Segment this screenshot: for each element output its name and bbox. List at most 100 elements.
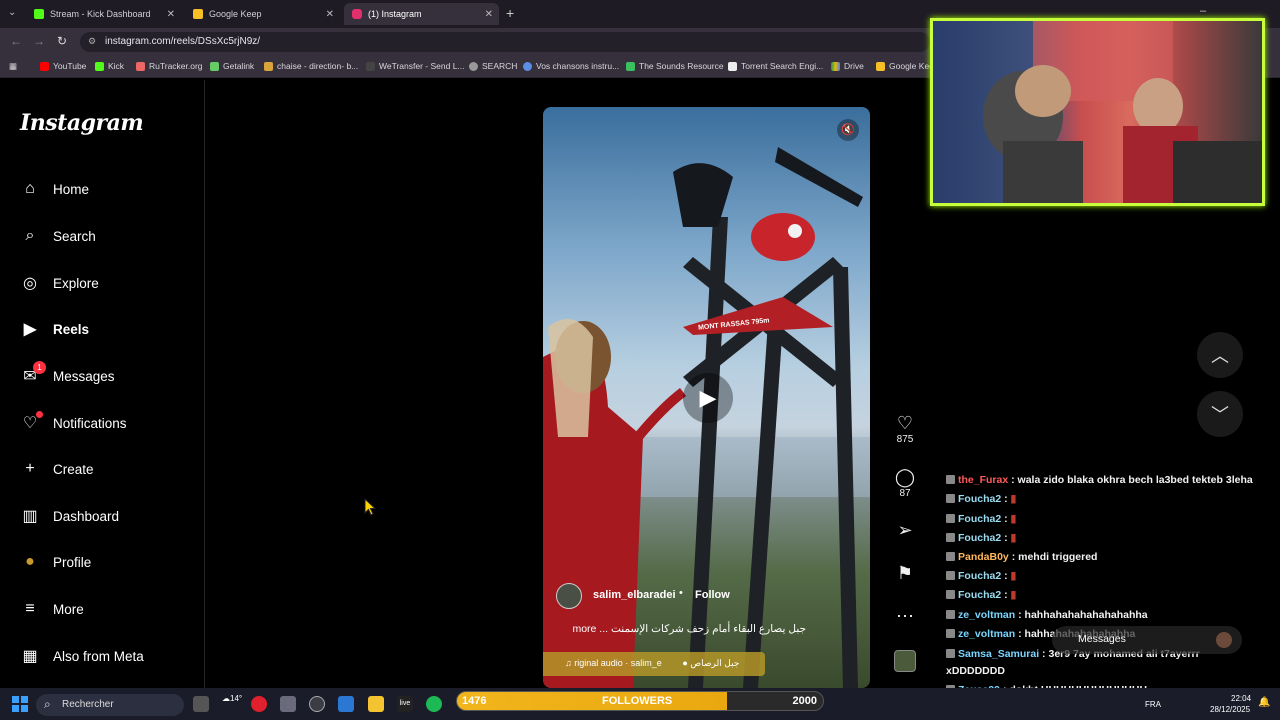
reel-audio-pill[interactable]: ♫ riginal audio · salim_e ● جبل الرصاص — [543, 652, 765, 676]
sidebar-item-explore[interactable]: ◎ Explore — [20, 268, 99, 298]
bookmark-label: Vos chansons instru... — [536, 61, 620, 71]
task-view-icon[interactable] — [193, 696, 209, 712]
obs-icon[interactable] — [309, 696, 325, 712]
weather-icon[interactable]: ☁14° — [222, 694, 242, 703]
chat-text: mehdi triggered — [1018, 551, 1098, 563]
bookmark-kick[interactable]: Kick — [95, 61, 124, 71]
chat-username[interactable]: Foucha2 — [958, 589, 1001, 601]
sidebar-item-dashboard[interactable]: ▥ Dashboard — [20, 501, 119, 531]
bookmark-drive[interactable]: Drive — [831, 61, 864, 71]
chat-username[interactable]: Foucha2 — [958, 570, 1001, 582]
url-input[interactable]: ⚙ instagram.com/reels/DSsXc5rjN9z/ — [80, 32, 930, 52]
audio-thumbnail[interactable] — [894, 650, 916, 672]
sidebar-item-notifications[interactable]: ♡ Notifications — [20, 408, 127, 438]
opera-icon[interactable] — [251, 696, 267, 712]
chat-text: ▮ — [1010, 532, 1017, 544]
site-info-icon[interactable]: ⚙ — [88, 36, 96, 47]
sidebar-item-messages[interactable]: ✉ 1 Messages — [20, 361, 115, 391]
more-dots-icon: ⋯ — [896, 606, 914, 626]
mail-icon[interactable] — [338, 696, 354, 712]
reel-video[interactable]: 🔇 ▶ MONT RASSAS 795m salim_elbaradei • F… — [543, 107, 870, 688]
spotify-icon[interactable] — [426, 696, 442, 712]
sidebar-item-reels[interactable]: ▶ Reels — [20, 314, 89, 344]
sidebar-item-also-from-meta[interactable]: ▦ Also from Meta — [20, 641, 143, 671]
chat-username[interactable]: Foucha2 — [958, 493, 1001, 505]
bookmark-chaise[interactable]: chaise - direction- b... — [264, 61, 358, 71]
share-button[interactable]: ➢ — [893, 520, 917, 541]
chat-message: ze_voltman : hahhahahahahahahahha — [946, 609, 1148, 621]
clock-date[interactable]: 28/12/2025 — [1210, 705, 1250, 714]
instagram-logo[interactable]: Instagram — [20, 110, 144, 136]
tab-google-keep[interactable]: Google Keep ✕ — [185, 3, 340, 25]
keep-icon — [876, 61, 885, 71]
comment-button[interactable]: ◯ 87 — [893, 467, 917, 499]
minimize-icon[interactable]: – — [1200, 5, 1206, 17]
chart-icon: ▥ — [22, 508, 38, 525]
chat-username[interactable]: Foucha2 — [958, 532, 1001, 544]
reel-username[interactable]: salim_elbaradei — [593, 589, 676, 601]
bookmark-rutracker[interactable]: RuTracker.org — [136, 61, 203, 71]
send-icon: ➢ — [897, 520, 913, 540]
bookmark-search[interactable]: SEARCH — [469, 61, 517, 71]
app-icon[interactable] — [280, 696, 296, 712]
taskbar-search-placeholder: Rechercher — [62, 699, 114, 710]
notification-bell-icon[interactable]: 🔔 — [1258, 697, 1270, 708]
reel-author-avatar[interactable] — [556, 583, 582, 609]
muted-icon[interactable]: 🔇 — [837, 119, 859, 141]
new-tab-icon[interactable]: + — [506, 5, 514, 21]
sidebar-item-more[interactable]: ≡ More — [20, 594, 83, 624]
chat-username[interactable]: ze_voltman — [958, 628, 1015, 640]
play-icon[interactable]: ▶ — [683, 373, 733, 423]
windows-start-icon[interactable] — [12, 696, 28, 712]
chat-badge-icon — [946, 533, 955, 542]
save-button[interactable]: ⚑ — [893, 563, 917, 584]
chat-username[interactable]: Samsa_Samurai — [958, 648, 1039, 660]
like-button[interactable]: ♡ 875 — [893, 413, 917, 445]
bookmark-getalink[interactable]: Getalink — [210, 61, 254, 71]
reel-caption[interactable]: جبل يصارع البقاء أمام زحف شركات الإسمنت … — [556, 623, 806, 635]
clock-time[interactable]: 22:04 — [1231, 694, 1251, 703]
chat-username[interactable]: ze_voltman — [958, 609, 1015, 621]
tab-kick-dashboard[interactable]: Stream - Kick Dashboard ✕ — [26, 3, 181, 25]
sidebar-item-profile[interactable]: ● Profile — [20, 547, 91, 577]
bookmark-wetransfer[interactable]: WeTransfer - Send L... — [366, 61, 465, 71]
previous-reel-button[interactable]: ︿ — [1197, 332, 1243, 378]
comment-count: 87 — [899, 488, 911, 499]
more-options-button[interactable]: ⋯ — [893, 606, 917, 627]
reload-icon[interactable]: ↻ — [57, 34, 67, 48]
language-indicator[interactable]: FRA — [1145, 700, 1161, 709]
apps-grid-icon[interactable]: ▦ — [9, 61, 17, 72]
sidebar-item-search[interactable]: ⌕ Search — [20, 221, 96, 251]
tab-list-chevron-icon[interactable]: ⌄ — [8, 7, 16, 18]
reel-audio: riginal audio · salim_e — [574, 658, 662, 668]
back-icon[interactable]: ← — [10, 34, 22, 48]
bookmark-chansons[interactable]: Vos chansons instru... — [523, 61, 619, 71]
chat-badge-icon — [946, 494, 955, 503]
getalink-icon — [210, 61, 219, 71]
chat-badge-icon — [946, 552, 955, 561]
followers-goal-bar: 1476 FOLLOWERS 2000 — [456, 691, 824, 711]
rutracker-icon — [136, 61, 145, 71]
bookmark-torrent[interactable]: Torrent Search Engi... — [728, 61, 823, 71]
follow-button[interactable]: Follow — [695, 589, 730, 601]
close-tab-icon[interactable]: ✕ — [326, 9, 334, 20]
sidebar-item-create[interactable]: + Create — [20, 454, 94, 484]
close-tab-icon[interactable]: ✕ — [167, 9, 175, 20]
taskbar-search-input[interactable]: ⌕ Rechercher — [36, 694, 184, 716]
chat-username[interactable]: the_Furax — [958, 474, 1008, 486]
bookmark-sounds-resource[interactable]: The Sounds Resource — [626, 61, 724, 71]
chat-username[interactable]: Foucha2 — [958, 513, 1001, 525]
tab-instagram[interactable]: (1) Instagram ✕ — [344, 3, 499, 25]
next-reel-button[interactable]: ﹀ — [1197, 391, 1243, 437]
close-tab-icon[interactable]: ✕ — [485, 9, 493, 20]
sidebar-item-label: Create — [53, 461, 94, 477]
chat-text: xDDDDDDD — [946, 665, 1005, 677]
forward-icon[interactable]: → — [33, 34, 45, 48]
live-icon[interactable]: live — [397, 696, 413, 712]
chat-username[interactable]: PandaB0y — [958, 551, 1009, 563]
bookmark-youtube[interactable]: YouTube — [40, 61, 86, 71]
sidebar-item-label: Dashboard — [53, 508, 120, 524]
sidebar-item-home[interactable]: ⌂ Home — [20, 174, 89, 204]
file-explorer-icon[interactable] — [368, 696, 384, 712]
messages-floating-button[interactable]: Messages — [1052, 626, 1242, 654]
